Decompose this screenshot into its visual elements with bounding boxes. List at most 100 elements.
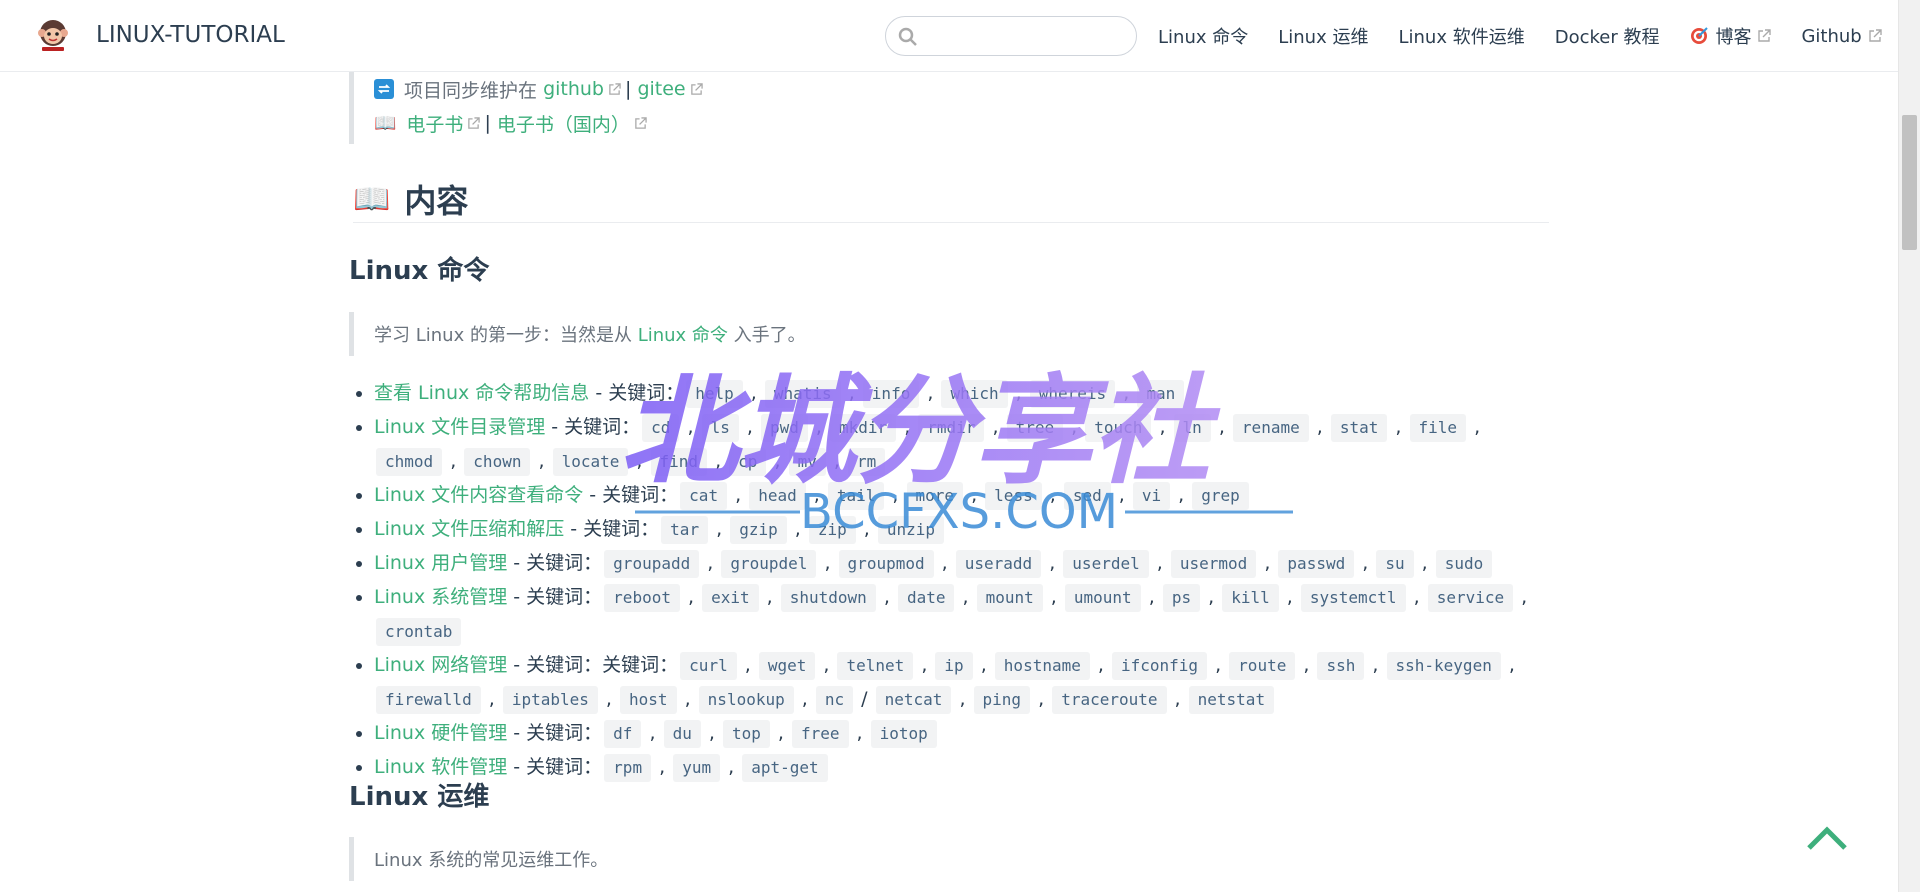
keyword-code: chown bbox=[464, 448, 531, 476]
chevron-up-icon bbox=[1807, 826, 1847, 850]
keyword-code: apt-get bbox=[742, 754, 828, 782]
keyword-code: locate bbox=[552, 448, 629, 476]
keyword-code: firewalld bbox=[376, 686, 481, 714]
topic-link[interactable]: Linux 文件内容查看命令 bbox=[374, 484, 583, 506]
linux-commands-list: 查看 Linux 命令帮助信息 - 关键词： help , whatis , in… bbox=[356, 376, 1540, 784]
separator: , bbox=[1043, 552, 1062, 574]
topic-link[interactable]: Linux 系统管理 bbox=[374, 586, 507, 608]
keyword-code: head bbox=[749, 482, 806, 510]
ebook-cn-link[interactable]: 电子书（国内） bbox=[497, 110, 630, 137]
nav-linux-ops[interactable]: Linux 运维 bbox=[1278, 23, 1368, 49]
back-to-top-button[interactable] bbox=[1806, 825, 1848, 855]
intro-blockquote: 项目同步维护在 github | gitee 📖 电子书 | 电子书（国内） bbox=[349, 72, 707, 144]
separator: , bbox=[921, 382, 940, 404]
nav-github[interactable]: Github bbox=[1801, 26, 1882, 47]
keyword-code: nc bbox=[815, 686, 854, 714]
separator: , bbox=[653, 756, 672, 778]
keyword-code: whereis bbox=[1029, 380, 1116, 408]
keyword-code: ps bbox=[1162, 584, 1201, 612]
separator: , bbox=[817, 654, 836, 676]
keyword-code: mount bbox=[976, 584, 1043, 612]
ebook-line: 📖 电子书 | 电子书（国内） bbox=[374, 106, 707, 140]
linux-commands-link[interactable]: Linux 命令 bbox=[638, 321, 728, 347]
keywords-label: - 关键词： bbox=[583, 484, 679, 506]
keyword-code: zip bbox=[808, 516, 856, 544]
separator: , bbox=[1415, 552, 1434, 574]
external-link-icon bbox=[1869, 29, 1882, 42]
topic-link[interactable]: Linux 硬件管理 bbox=[374, 722, 507, 744]
search-input[interactable] bbox=[926, 23, 1130, 51]
keyword-code: netstat bbox=[1188, 686, 1275, 714]
keyword-code: ls bbox=[701, 414, 739, 442]
linux-commands-quote: 学习 Linux 的第一步：当然是从 Linux 命令 入手了。 bbox=[349, 312, 806, 356]
separator: , bbox=[795, 688, 814, 710]
list-item: Linux 文件内容查看命令 - 关键词： cat , head , tail ,… bbox=[356, 478, 1540, 512]
topic-link[interactable]: Linux 文件目录管理 bbox=[374, 416, 545, 438]
keyword-code: kill bbox=[1222, 584, 1279, 612]
separator: , bbox=[1515, 586, 1528, 608]
separator: , bbox=[709, 450, 728, 472]
separator: , bbox=[842, 382, 861, 404]
logo[interactable] bbox=[34, 16, 72, 54]
keyword-code: hostname bbox=[994, 652, 1090, 680]
keyword-code: cat bbox=[680, 482, 728, 510]
list-item: Linux 文件压缩和解压 - 关键词： tar , gzip , zip , u… bbox=[356, 512, 1540, 546]
keyword-code: groupadd bbox=[604, 550, 700, 578]
separator: , bbox=[678, 688, 697, 710]
keyword-code: yum bbox=[673, 754, 721, 782]
github-link[interactable]: github bbox=[543, 78, 604, 100]
scrollbar[interactable] bbox=[1898, 0, 1920, 892]
keyword-code: info bbox=[862, 380, 920, 408]
separator: , bbox=[935, 552, 954, 574]
separator: , bbox=[1297, 654, 1316, 676]
list-item: Linux 用户管理 - 关键词： groupadd , groupdel , g… bbox=[356, 546, 1540, 580]
separator: , bbox=[722, 756, 741, 778]
topic-link[interactable]: Linux 软件管理 bbox=[374, 756, 507, 778]
nav-links: Linux 命令 Linux 运维 Linux 软件运维 Docker 教程 博… bbox=[1158, 0, 1912, 72]
search-box[interactable] bbox=[885, 16, 1137, 56]
separator: , bbox=[444, 450, 463, 472]
keyword-code: file bbox=[1409, 414, 1467, 442]
keyword-code: curl bbox=[680, 652, 737, 680]
separator: , bbox=[827, 450, 846, 472]
topic-link[interactable]: Linux 用户管理 bbox=[374, 552, 507, 574]
keyword-code: userdel bbox=[1063, 550, 1149, 578]
keywords-label: - 关键词： bbox=[564, 518, 660, 540]
nav-docker-tutorial[interactable]: Docker 教程 bbox=[1555, 23, 1660, 49]
separator: , bbox=[1502, 654, 1515, 676]
nav-blog[interactable]: 博客 bbox=[1689, 23, 1772, 49]
gitee-link[interactable]: gitee bbox=[637, 78, 685, 100]
keyword-code: gzip bbox=[730, 516, 787, 544]
separator: , bbox=[956, 586, 975, 608]
separator: | bbox=[484, 112, 491, 134]
separator: , bbox=[965, 484, 984, 506]
site-name[interactable]: LINUX-TUTORIAL bbox=[96, 22, 285, 48]
topic-link[interactable]: Linux 网络管理 bbox=[374, 654, 507, 676]
keyword-code: more bbox=[906, 482, 964, 510]
separator: , bbox=[1112, 484, 1131, 506]
separator: , bbox=[974, 654, 993, 676]
external-link-icon bbox=[1758, 29, 1772, 42]
keyword-code: usermod bbox=[1170, 550, 1257, 578]
nav-linux-commands[interactable]: Linux 命令 bbox=[1158, 23, 1248, 49]
separator: , bbox=[740, 416, 759, 438]
keyword-code: find bbox=[650, 448, 708, 476]
scrollbar-thumb[interactable] bbox=[1902, 115, 1917, 250]
keywords-label: - 关键词： bbox=[507, 722, 603, 744]
separator: , bbox=[1389, 416, 1408, 438]
nav-linux-software-ops[interactable]: Linux 软件运维 bbox=[1398, 23, 1524, 49]
keyword-code: which bbox=[941, 380, 1008, 408]
keyword-code: exit bbox=[702, 584, 759, 612]
list-item: Linux 网络管理 - 关键词：关键词： curl , wget , telne… bbox=[356, 648, 1540, 716]
topic-link[interactable]: Linux 文件压缩和解压 bbox=[374, 518, 564, 540]
external-link-icon bbox=[690, 82, 703, 95]
keyword-code: iptables bbox=[502, 686, 598, 714]
topic-link[interactable]: 查看 Linux 命令帮助信息 bbox=[374, 382, 589, 404]
ebook-link[interactable]: 电子书 bbox=[406, 110, 463, 137]
keyword-code: less bbox=[985, 482, 1042, 510]
separator: , bbox=[482, 688, 501, 710]
keyword-code: netcat bbox=[875, 686, 952, 714]
keyword-code: mkdir bbox=[829, 414, 897, 442]
keyword-code: unzip bbox=[877, 516, 945, 544]
keyword-code: tail bbox=[827, 482, 885, 510]
